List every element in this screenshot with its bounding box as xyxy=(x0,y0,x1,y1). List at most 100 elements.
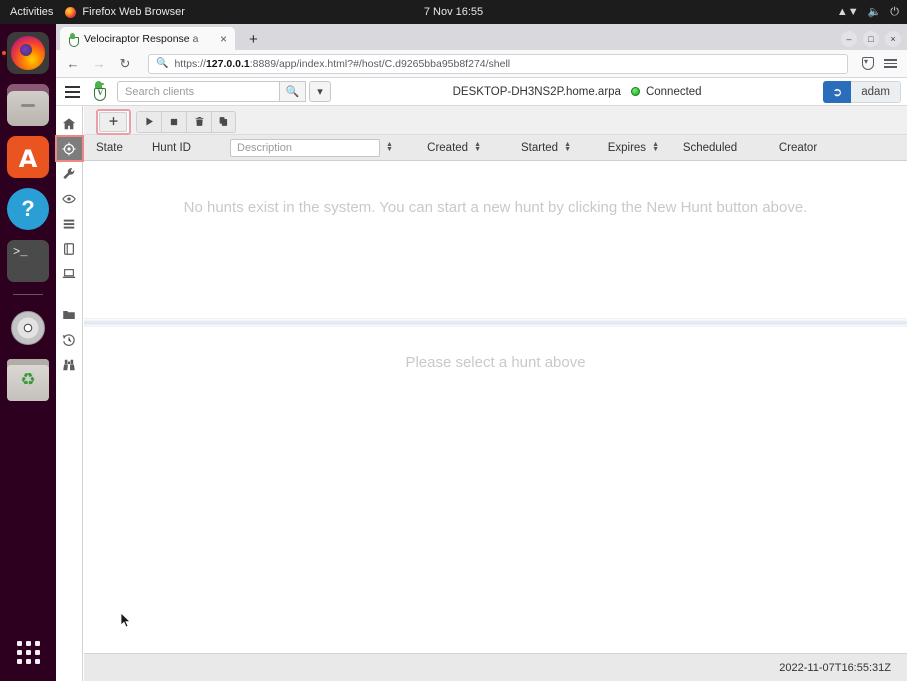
delete-hunt-button[interactable] xyxy=(186,110,211,133)
browser-tab[interactable]: Velociraptor Response a × xyxy=(60,27,235,50)
copy-icon xyxy=(219,117,228,126)
search-icon: 🔍 xyxy=(156,58,169,69)
dock-item-software[interactable]: A xyxy=(7,136,49,178)
column-header-hunt-id[interactable]: Hunt ID xyxy=(152,142,230,154)
grid-dot xyxy=(16,640,22,646)
dock-divider xyxy=(13,294,43,295)
sidebar-item-collected[interactable] xyxy=(56,302,83,327)
crosshair-icon xyxy=(62,142,76,155)
running-indicator xyxy=(2,51,6,55)
dock-item-files[interactable] xyxy=(7,84,49,126)
column-header-state[interactable]: State xyxy=(84,142,152,154)
maximize-button[interactable]: □ xyxy=(863,31,879,47)
terminal-icon: >_ xyxy=(13,245,28,259)
sort-icon[interactable]: ▲ ▼ xyxy=(474,141,481,152)
sort-icon[interactable]: ▲ ▼ xyxy=(652,141,659,152)
back-button[interactable]: ← xyxy=(64,57,82,70)
empty-hunts-message: No hunts exist in the system. You can st… xyxy=(183,199,808,216)
firefox-icon xyxy=(65,6,77,18)
minimize-button[interactable]: – xyxy=(841,31,857,47)
username-label[interactable]: adam xyxy=(851,80,901,103)
search-button[interactable]: 🔍 xyxy=(280,81,306,102)
grid-dot xyxy=(34,649,40,655)
help-icon: ? xyxy=(21,196,35,221)
detail-placeholder: Please select a hunt above xyxy=(405,354,586,371)
forward-button[interactable]: → xyxy=(90,57,108,70)
volume-icon: 🔈 xyxy=(867,5,882,18)
column-header-started[interactable]: Started ▲ ▼ xyxy=(493,141,581,154)
column-label: Started xyxy=(520,141,559,154)
pocket-icon[interactable] xyxy=(862,57,874,70)
search-dropdown-button[interactable]: ▾ xyxy=(309,81,331,102)
description-filter-input[interactable] xyxy=(230,138,380,157)
sidebar-item-vfs[interactable] xyxy=(56,261,83,286)
navigation-toolbar: ← → ↻ 🔍 https://127.0.0.1:8889/app/index… xyxy=(56,50,907,78)
url-text: https://127.0.0.1:8889/app/index.html?#/… xyxy=(174,57,511,70)
grid-dot xyxy=(34,640,40,646)
sidebar-item-artifacts[interactable] xyxy=(56,161,83,186)
column-header-scheduled[interactable]: Scheduled xyxy=(667,142,753,154)
network-icon: ▲▼ xyxy=(836,5,859,18)
user-menu: ➲ adam xyxy=(823,80,901,103)
home-icon xyxy=(62,117,76,129)
column-header-creator[interactable]: Creator xyxy=(753,142,843,154)
show-applications-button[interactable] xyxy=(7,631,49,673)
close-icon[interactable]: × xyxy=(217,33,230,45)
sort-icon[interactable]: ▲ ▼ xyxy=(564,141,571,152)
tab-title: Velociraptor Response a xyxy=(84,32,199,45)
plus-icon xyxy=(109,117,117,126)
hunts-toolbar xyxy=(84,106,907,135)
sort-icon[interactable]: ▲ ▼ xyxy=(386,141,393,152)
sidebar-item-history[interactable] xyxy=(56,327,83,352)
search-input[interactable] xyxy=(117,81,280,102)
sidebar-item-search[interactable] xyxy=(56,352,83,377)
sidebar-item-server-events[interactable] xyxy=(56,211,83,236)
activities-button[interactable]: Activities xyxy=(0,6,65,18)
system-tray[interactable]: ▲▼ 🔈 ⏻ xyxy=(836,5,899,18)
menu-icon[interactable] xyxy=(884,59,897,68)
firefox-window: Velociraptor Response a × + – □ × ← → ↻ … xyxy=(54,24,907,681)
dock-item-disc[interactable] xyxy=(7,307,49,349)
dock-item-trash[interactable]: ♻ xyxy=(7,359,49,401)
stop-hunt-button[interactable] xyxy=(161,110,186,133)
menu-icon[interactable] xyxy=(62,84,83,100)
velociraptor-app: 🔍 ▾ DESKTOP-DH3NS2P.home.arpa Connected … xyxy=(54,78,907,681)
screen: Activities Firefox Web Browser 7 Nov 16:… xyxy=(0,0,907,681)
sidebar-item-home[interactable] xyxy=(56,111,83,136)
folder-icon xyxy=(63,310,75,319)
power-icon: ⏻ xyxy=(890,5,899,18)
column-label: State xyxy=(96,141,123,154)
sidebar-item-hunts[interactable] xyxy=(54,135,84,162)
software-icon: A xyxy=(18,145,38,173)
pane-splitter[interactable] xyxy=(84,318,907,327)
connection-status: Connected xyxy=(630,86,702,98)
client-search: 🔍 ▾ xyxy=(117,81,331,102)
grid-dot xyxy=(25,649,31,655)
address-bar[interactable]: 🔍 https://127.0.0.1:8889/app/index.html?… xyxy=(148,53,848,74)
dock-item-firefox[interactable] xyxy=(2,32,49,74)
velociraptor-favicon xyxy=(67,33,79,45)
column-header-description[interactable]: ▲▼ xyxy=(230,138,405,157)
eye-icon xyxy=(62,194,76,203)
play-icon xyxy=(145,117,153,126)
dock-item-help[interactable]: ? xyxy=(7,188,49,230)
logout-icon[interactable]: ➲ xyxy=(823,80,852,103)
sidebar-item-notebooks[interactable] xyxy=(56,236,83,261)
new-hunt-button[interactable] xyxy=(99,111,127,132)
column-header-expires[interactable]: Expires ▲ ▼ xyxy=(581,141,667,154)
dock-item-terminal[interactable]: >_ xyxy=(7,240,49,282)
hunts-panel: State Hunt ID ▲▼ Created ▲▼ Started xyxy=(84,106,907,681)
column-label: Expires xyxy=(607,141,647,154)
active-app-indicator[interactable]: Firefox Web Browser xyxy=(65,6,185,18)
velociraptor-logo[interactable] xyxy=(90,80,110,103)
run-hunt-button[interactable] xyxy=(136,110,161,133)
new-hunt-highlight xyxy=(96,108,131,135)
sidebar-item-monitoring[interactable] xyxy=(56,186,83,211)
close-button[interactable]: × xyxy=(885,31,901,47)
new-tab-button[interactable]: + xyxy=(249,32,258,47)
copy-hunt-button[interactable] xyxy=(211,110,236,133)
reload-button[interactable]: ↻ xyxy=(116,57,134,70)
trash-icon xyxy=(195,117,203,126)
app-header: 🔍 ▾ DESKTOP-DH3NS2P.home.arpa Connected … xyxy=(56,78,907,106)
column-header-created[interactable]: Created ▲ ▼ xyxy=(405,141,493,153)
